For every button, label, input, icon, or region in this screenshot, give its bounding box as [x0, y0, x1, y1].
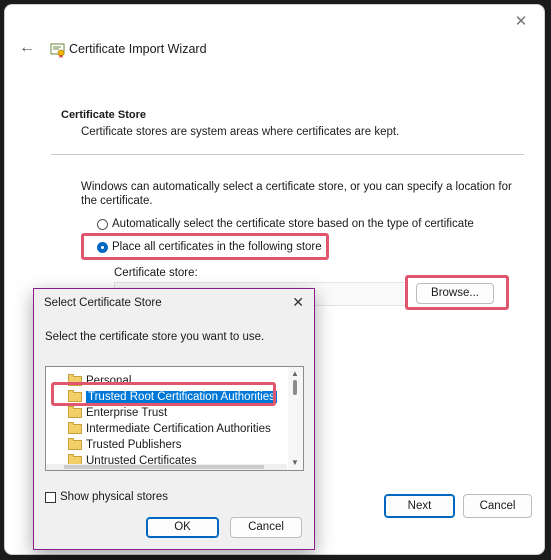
certificate-store-label: Certificate store: [114, 267, 198, 279]
show-physical-stores-label: Show physical stores [60, 491, 169, 503]
dialog-prompt: Select the certificate store you want to… [45, 331, 265, 343]
folder-icon [68, 405, 82, 418]
dialog-title: Select Certificate Store [44, 297, 162, 309]
show-physical-stores-checkbox[interactable] [45, 491, 56, 503]
browse-button[interactable]: Browse... [416, 283, 494, 304]
section-title: Certificate Store [61, 109, 146, 121]
select-certificate-store-dialog: Select Certificate Store ✕ Select the ce… [33, 288, 315, 550]
tree-item-enterprise-trust[interactable]: Enterprise Trust [68, 405, 167, 420]
wizard-title: Certificate Import Wizard [69, 42, 207, 56]
scroll-down-icon[interactable]: ▼ [291, 458, 299, 467]
next-button[interactable]: Next [384, 494, 455, 518]
horizontal-scroll-thumb[interactable] [64, 465, 264, 469]
section-description: Certificate stores are system areas wher… [81, 126, 400, 138]
dialog-cancel-button[interactable]: Cancel [230, 517, 302, 538]
radio-place-store-label: Place all certificates in the following … [112, 241, 322, 253]
radio-place-store[interactable] [97, 241, 108, 253]
vertical-scroll-thumb[interactable] [293, 380, 297, 395]
back-arrow-icon[interactable]: ← [19, 39, 37, 57]
close-icon[interactable]: ✕ [292, 294, 304, 311]
radio-auto-select[interactable] [97, 218, 108, 230]
wizard-cancel-button[interactable]: Cancel [463, 494, 532, 518]
highlight-trusted-root [51, 382, 276, 406]
tree-item-intermediate[interactable]: Intermediate Certification Authorities [68, 421, 271, 436]
close-icon[interactable]: ✕ [510, 11, 532, 33]
show-physical-stores-row[interactable]: Show physical stores [45, 491, 168, 503]
radio-auto-select-label: Automatically select the certificate sto… [112, 218, 474, 230]
ok-button[interactable]: OK [146, 517, 219, 538]
dialog-titlebar: Select Certificate Store ✕ [34, 289, 314, 317]
radio-place-store-row[interactable]: Place all certificates in the following … [97, 241, 322, 253]
certificate-icon [50, 43, 65, 58]
tree-item-trusted-publishers[interactable]: Trusted Publishers [68, 437, 181, 452]
intro-text: Windows can automatically select a certi… [81, 181, 512, 207]
radio-auto-select-row[interactable]: Automatically select the certificate sto… [97, 218, 474, 230]
tree-horizontal-scrollbar[interactable] [46, 464, 287, 470]
folder-icon [68, 421, 82, 434]
folder-icon [68, 437, 82, 450]
divider [51, 154, 524, 155]
tree-vertical-scrollbar[interactable]: ▲ ▼ [288, 367, 303, 470]
scroll-up-icon[interactable]: ▲ [291, 369, 299, 378]
